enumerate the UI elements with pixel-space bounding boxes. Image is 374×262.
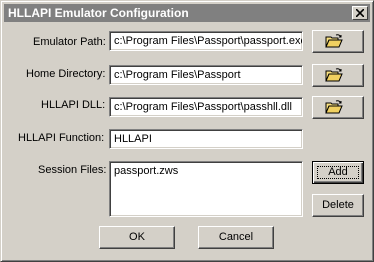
hllapi-dll-field[interactable]: c:\Program Files\Passport\passhll.dll — [109, 97, 303, 117]
cancel-button[interactable]: Cancel — [198, 226, 274, 249]
emulator-path-field[interactable]: c:\Program Files\Passport\passport.exe — [109, 31, 303, 51]
browse-emulator-path-button[interactable] — [312, 30, 364, 53]
folder-open-icon — [325, 68, 343, 82]
hllapi-function-label: HLLAPI Function: — [18, 132, 105, 144]
session-files-label: Session Files: — [38, 164, 107, 176]
dialog-window: HLLAPI Emulator Configuration Emulator P… — [0, 0, 374, 262]
hllapi-dll-label: HLLAPI DLL: — [41, 99, 106, 111]
emulator-path-label: Emulator Path: — [33, 36, 106, 48]
delete-button[interactable]: Delete — [312, 194, 364, 217]
browse-home-directory-button[interactable] — [312, 64, 364, 87]
folder-open-icon — [325, 34, 343, 48]
home-directory-field[interactable]: c:\Program Files\Passport — [109, 65, 303, 85]
close-button[interactable] — [352, 6, 368, 20]
window-title: HLLAPI Emulator Configuration — [8, 6, 189, 20]
title-bar[interactable]: HLLAPI Emulator Configuration — [4, 4, 370, 22]
home-directory-label: Home Directory: — [26, 68, 106, 80]
add-button[interactable]: Add — [312, 161, 364, 184]
hllapi-function-field[interactable]: HLLAPI — [109, 129, 303, 149]
folder-open-icon — [325, 100, 343, 114]
browse-hllapi-dll-button[interactable] — [312, 96, 364, 119]
ok-button[interactable]: OK — [99, 226, 175, 249]
close-icon — [356, 9, 364, 17]
session-files-list[interactable]: passport.zws — [109, 161, 303, 217]
focus-rect — [317, 166, 359, 179]
list-item[interactable]: passport.zws — [114, 165, 178, 177]
